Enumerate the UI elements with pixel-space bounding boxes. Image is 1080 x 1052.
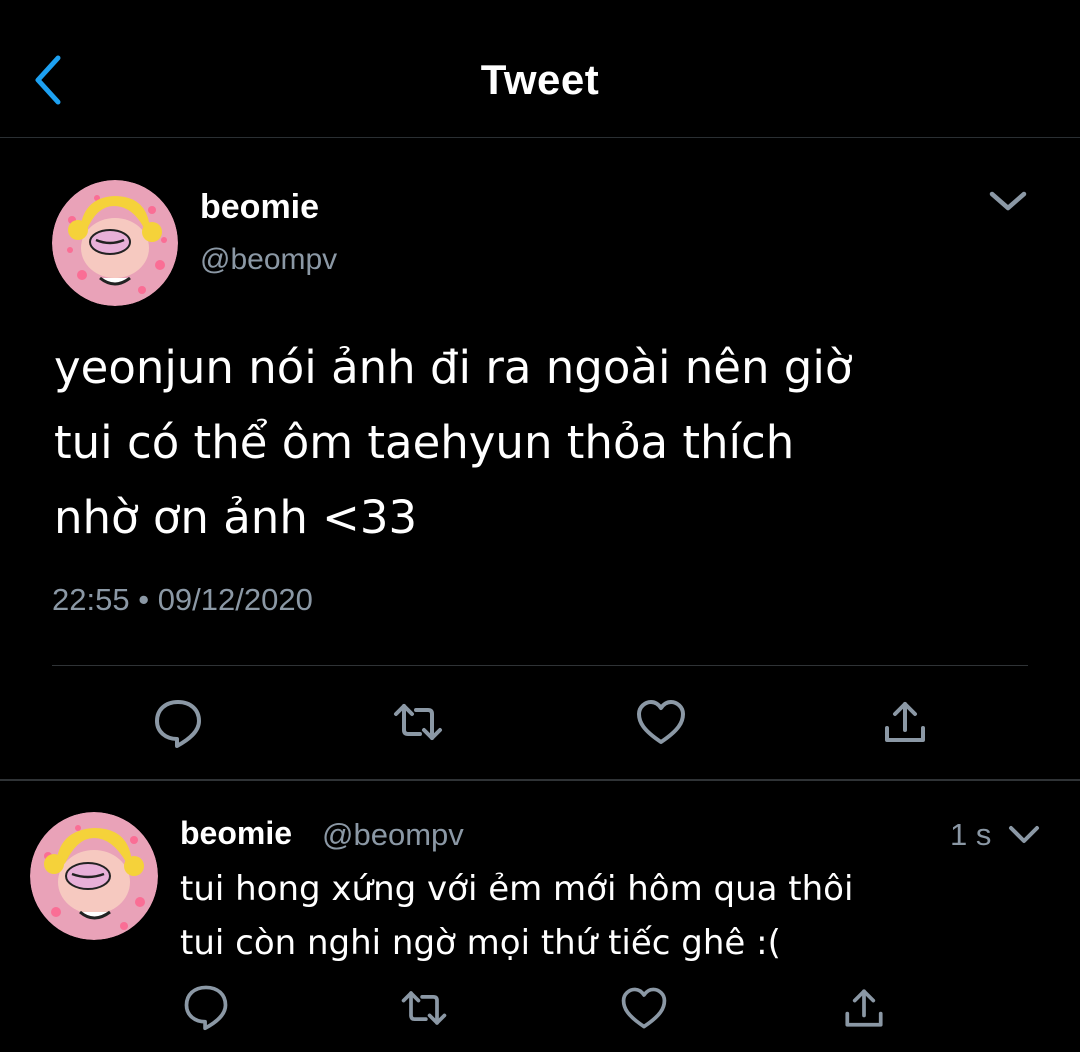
avatar[interactable] — [52, 180, 178, 306]
retweet-icon — [394, 704, 442, 740]
tweet-time: 22:55 — [52, 582, 130, 617]
like-icon — [637, 700, 685, 744]
share-icon — [885, 702, 925, 742]
reply-share-button[interactable] — [838, 982, 890, 1034]
chevron-down-icon — [989, 191, 1027, 211]
reply-button[interactable] — [150, 694, 206, 750]
reply-retweet-button[interactable] — [398, 982, 450, 1034]
tweet-date: 09/12/2020 — [157, 582, 313, 617]
reply-reply-button[interactable] — [180, 980, 232, 1032]
divider — [52, 665, 1028, 666]
reply-timestamp[interactable]: 1 s — [950, 817, 991, 853]
share-icon — [845, 989, 883, 1027]
reply-icon — [184, 985, 228, 1031]
page-title: Tweet — [480, 56, 600, 103]
reply-icon — [155, 700, 201, 748]
reply-menu-button[interactable] — [1006, 822, 1042, 848]
tweet-text: yeonjun nói ảnh đi ra ngoài nên giờ tui … — [54, 341, 853, 544]
reply-user-handle[interactable]: @beompv — [322, 817, 464, 853]
top-bar: Tweet — [0, 0, 1080, 138]
retweet-button[interactable] — [390, 694, 446, 750]
user-handle[interactable]: @beompv — [200, 243, 337, 277]
timestamp-separator: • — [138, 582, 150, 617]
like-icon — [621, 987, 667, 1029]
tweet-menu-button[interactable] — [986, 186, 1030, 216]
share-button[interactable] — [877, 694, 933, 750]
chevron-down-icon — [1009, 826, 1039, 843]
tweet-timestamp[interactable]: 22:55 • 09/12/2020 — [52, 582, 313, 618]
reply-text: tui hong xứng với ẻm mới hôm qua thôi tu… — [180, 869, 854, 963]
reply-like-button[interactable] — [618, 982, 670, 1034]
display-name[interactable]: beomie — [200, 188, 319, 227]
reply-avatar[interactable] — [30, 812, 158, 940]
retweet-icon — [401, 991, 447, 1025]
reply-display-name[interactable]: beomie — [180, 815, 292, 852]
section-divider — [0, 779, 1080, 781]
like-button[interactable] — [633, 694, 689, 750]
